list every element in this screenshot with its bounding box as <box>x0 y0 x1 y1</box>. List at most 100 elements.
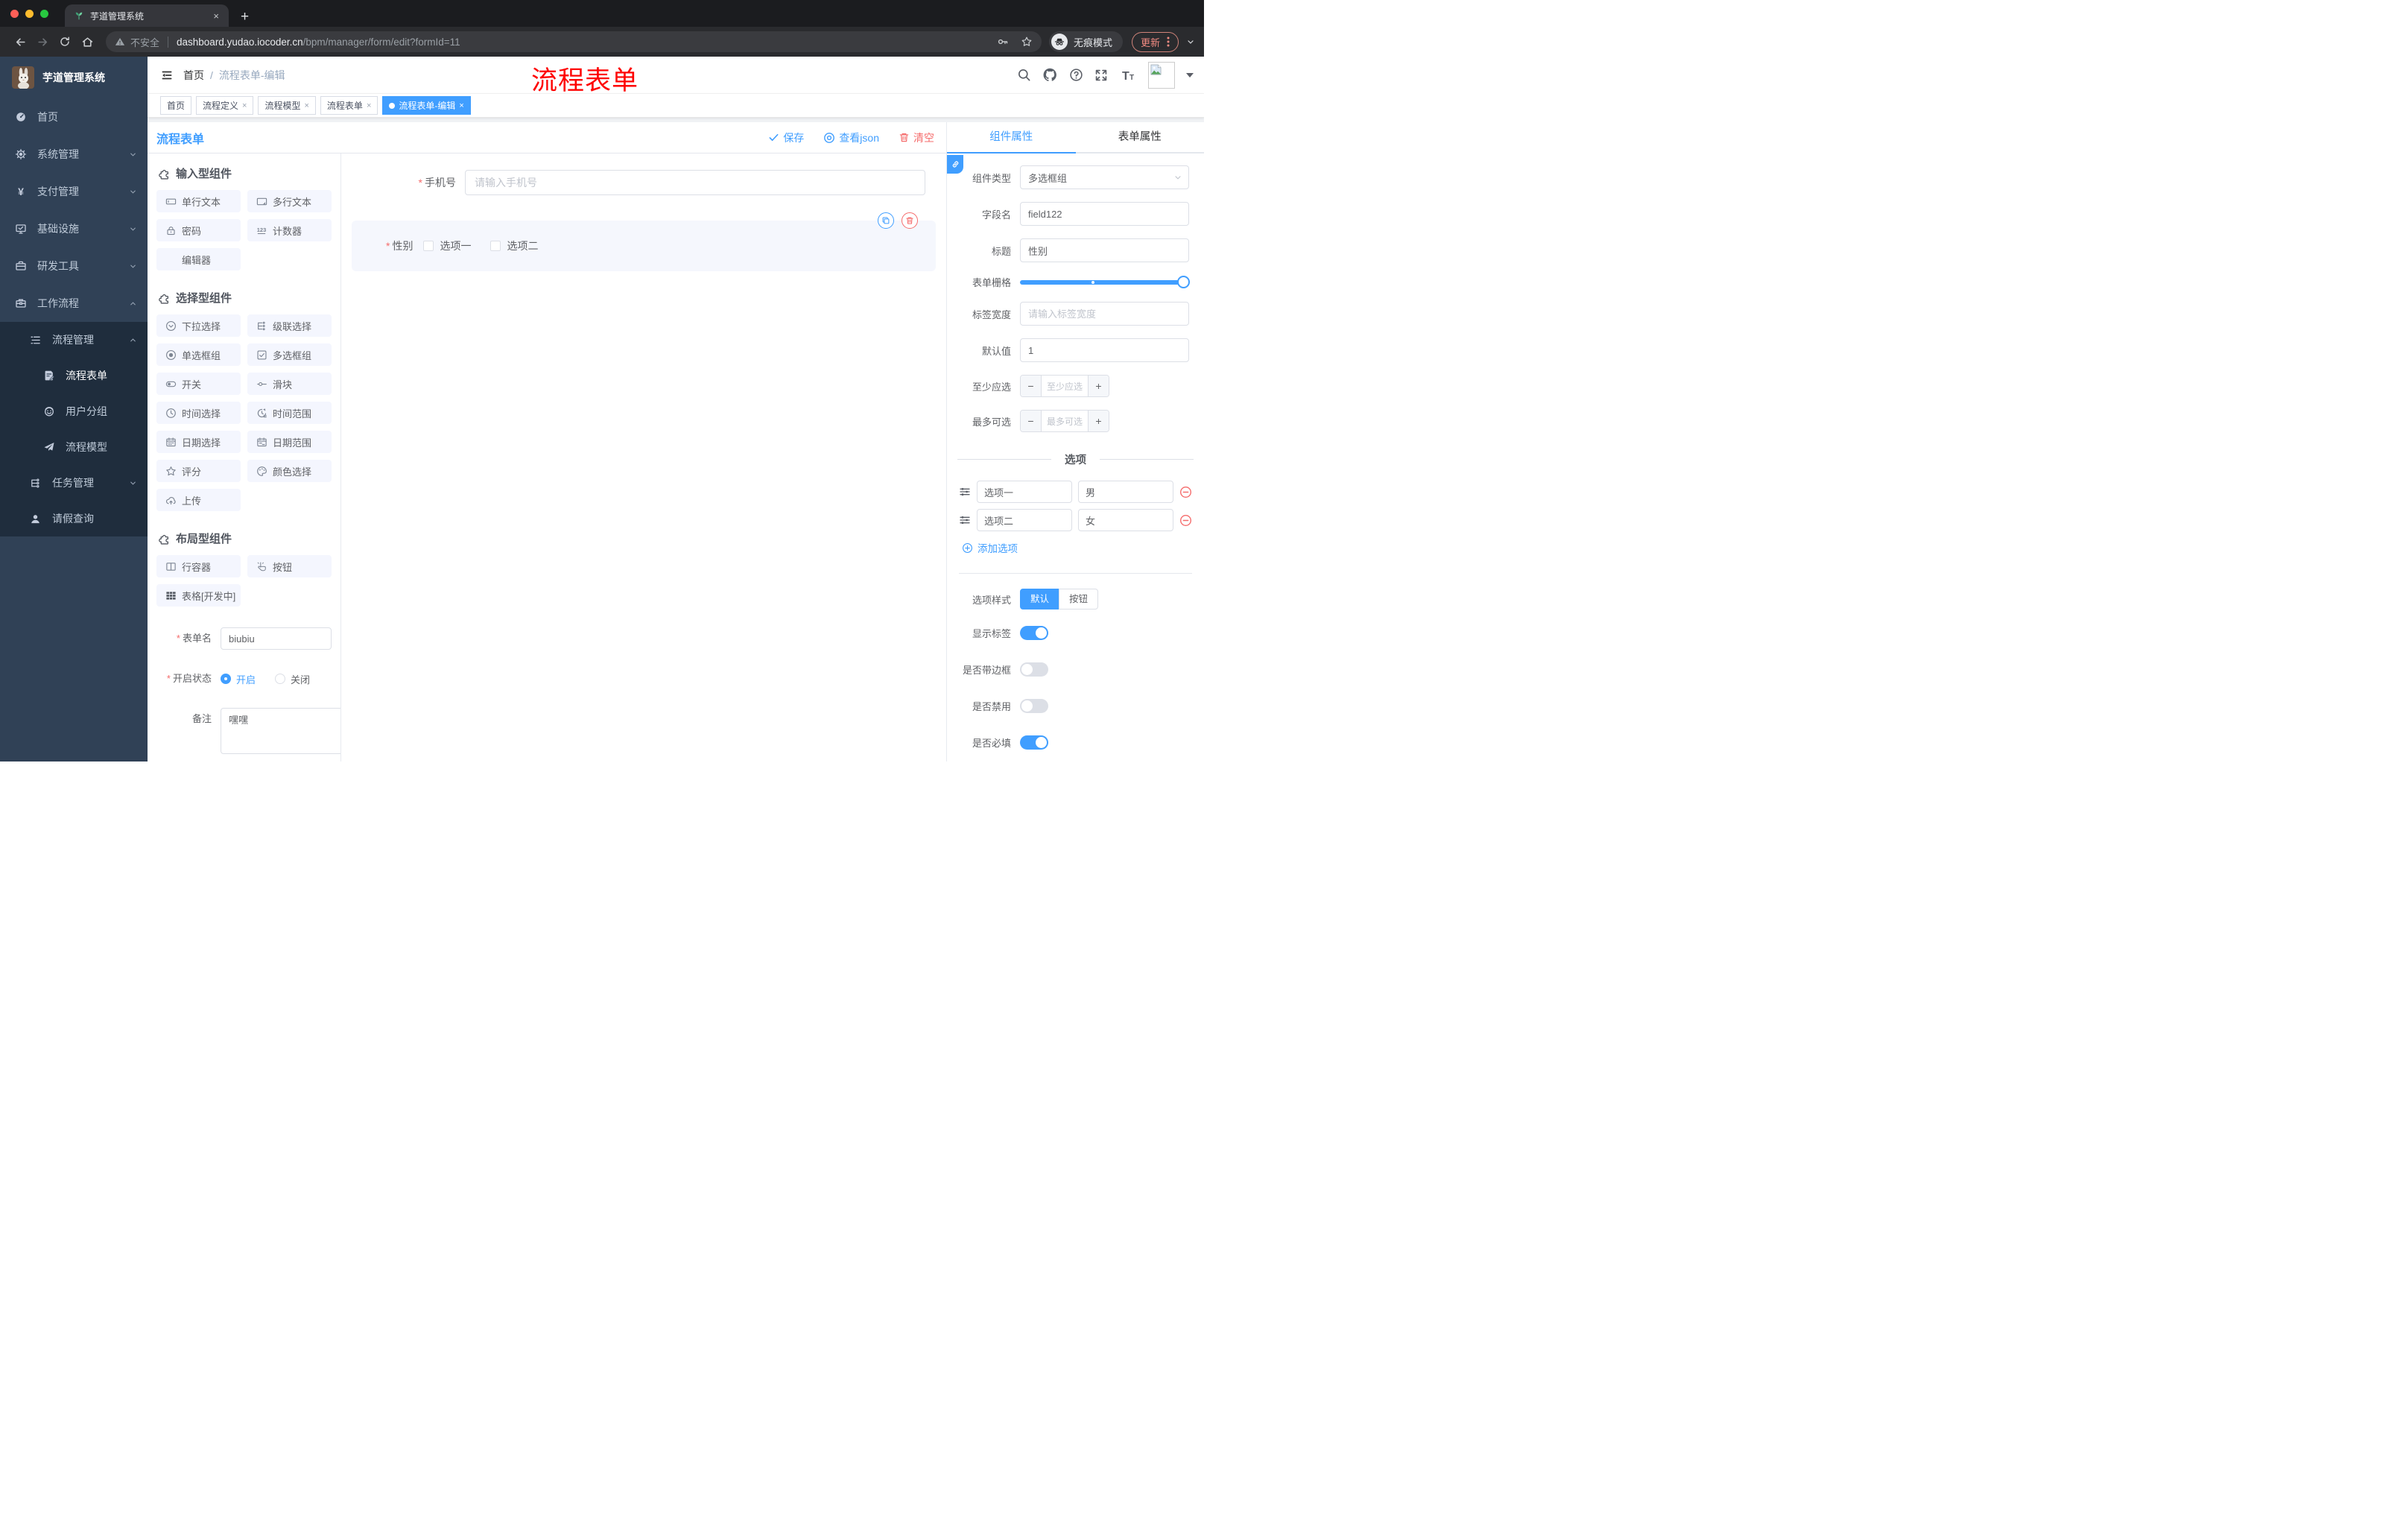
tab-close-icon[interactable]: × <box>210 10 222 22</box>
drag-handle-icon[interactable] <box>959 486 971 498</box>
slider-thumb[interactable] <box>1177 275 1190 288</box>
sidebar-item-process-form[interactable]: 流程表单 <box>0 358 148 393</box>
palette-item-radio-group[interactable]: 单选框组 <box>156 343 241 366</box>
increase-button[interactable]: + <box>1088 376 1109 396</box>
view-json-button[interactable]: 查看json <box>823 130 879 145</box>
form-name-input[interactable] <box>221 627 332 650</box>
browser-tab[interactable]: 芋道管理系统 × <box>65 4 229 27</box>
form-grid-slider[interactable] <box>1020 275 1190 288</box>
palette-item-rate[interactable]: 评分 <box>156 460 241 482</box>
github-icon[interactable] <box>1042 67 1058 83</box>
add-option-button[interactable]: 添加选项 <box>962 540 1204 555</box>
tag-close-icon[interactable]: × <box>367 101 371 110</box>
chevron-down-icon[interactable] <box>1186 37 1195 46</box>
style-button-button[interactable]: 按钮 <box>1059 589 1099 609</box>
palette-item-switch[interactable]: 开关 <box>156 373 241 395</box>
decrease-button[interactable]: − <box>1021 376 1042 396</box>
palette-item-counter[interactable]: 123 计数器 <box>247 219 332 241</box>
palette-item-dropdown-select[interactable]: 下拉选择 <box>156 314 241 337</box>
sidebar-item-user-group[interactable]: 用户分组 <box>0 393 148 429</box>
sidebar-item-process-model[interactable]: 流程模型 <box>0 429 148 465</box>
new-tab-button[interactable]: + <box>241 10 249 24</box>
palette-item-checkbox-group[interactable]: 多选框组 <box>247 343 332 366</box>
bookmark-star-icon[interactable] <box>1021 36 1033 48</box>
gender-field-selected-block[interactable]: 性别 选项一 选项二 <box>352 212 936 271</box>
palette-item-multi-line-text[interactable]: 多行文本 <box>247 190 332 212</box>
tag-process-model[interactable]: 流程模型 × <box>258 96 316 115</box>
back-icon[interactable] <box>9 31 31 53</box>
show-label-toggle[interactable] <box>1020 626 1048 640</box>
palette-item-button[interactable]: 按钮 <box>247 555 332 577</box>
remove-option-icon[interactable] <box>1179 486 1192 498</box>
tab-component-props[interactable]: 组件属性 <box>947 122 1076 152</box>
tag-close-icon[interactable]: × <box>459 101 463 110</box>
save-button[interactable]: 保存 <box>768 130 804 145</box>
search-icon[interactable] <box>1017 68 1031 82</box>
component-type-select[interactable]: 多选框组 <box>1020 165 1189 189</box>
field-name-input[interactable] <box>1020 202 1189 226</box>
zoom-window-button[interactable] <box>40 9 48 18</box>
option-2-label-input[interactable] <box>977 509 1072 531</box>
palette-item-password[interactable]: 密码 <box>156 219 241 241</box>
max-select-placeholder[interactable]: 最多可选 <box>1042 411 1088 431</box>
palette-item-editor[interactable]: 编辑器 <box>156 248 241 270</box>
form-remark-textarea[interactable]: 嘿嘿 <box>221 708 340 754</box>
decrease-button[interactable]: − <box>1021 411 1042 431</box>
sidebar-item-leave-query[interactable]: 请假查询 <box>0 501 148 536</box>
palette-item-cascader[interactable]: 级联选择 <box>247 314 332 337</box>
close-window-button[interactable] <box>10 9 19 18</box>
fullscreen-icon[interactable] <box>1094 69 1108 82</box>
sidebar-item-devtools[interactable]: 研发工具 <box>0 247 148 285</box>
sidebar-item-home[interactable]: 首页 <box>0 98 148 136</box>
option-1-value-input[interactable] <box>1078 481 1173 503</box>
sidebar-item-infrastructure[interactable]: 基础设施 <box>0 210 148 247</box>
breadcrumb-home[interactable]: 首页 <box>183 68 204 83</box>
phone-field-row[interactable]: 手机号 <box>387 170 925 195</box>
forward-icon[interactable] <box>31 31 54 53</box>
sidebar-item-task-management[interactable]: 任务管理 <box>0 465 148 501</box>
palette-item-time-range[interactable]: 时间范围 <box>247 402 332 424</box>
avatar[interactable] <box>1148 61 1175 89</box>
disabled-toggle[interactable] <box>1020 699 1048 713</box>
label-width-input[interactable] <box>1020 302 1189 326</box>
title-input[interactable] <box>1020 238 1189 262</box>
password-key-icon[interactable] <box>997 36 1009 48</box>
tag-close-icon[interactable]: × <box>304 101 308 110</box>
sidebar-item-system[interactable]: 系统管理 <box>0 136 148 173</box>
sidebar-item-payment[interactable]: ¥ 支付管理 <box>0 173 148 210</box>
home-icon[interactable] <box>76 31 98 53</box>
font-size-icon[interactable]: TT <box>1119 69 1137 82</box>
default-value-input[interactable] <box>1020 338 1189 362</box>
palette-item-time-picker[interactable]: 时间选择 <box>156 402 241 424</box>
security-label[interactable]: 不安全 <box>130 35 159 49</box>
help-icon[interactable] <box>1069 68 1083 82</box>
style-default-button[interactable]: 默认 <box>1020 589 1060 609</box>
tag-process-form-edit[interactable]: 流程表单-编辑 × <box>382 96 471 115</box>
border-toggle[interactable] <box>1020 662 1048 677</box>
tag-process-definition[interactable]: 流程定义 × <box>196 96 254 115</box>
palette-item-table[interactable]: 表格[开发中] <box>156 584 241 607</box>
palette-item-row-container[interactable]: 行容器 <box>156 555 241 577</box>
phone-field-input[interactable] <box>465 170 925 195</box>
sidebar-item-process-management[interactable]: 流程管理 <box>0 322 148 358</box>
drag-handle-icon[interactable] <box>959 514 971 526</box>
tag-close-icon[interactable]: × <box>242 101 247 110</box>
caret-down-icon[interactable] <box>1186 72 1194 77</box>
delete-component-button[interactable] <box>902 212 918 229</box>
option-1-label-input[interactable] <box>977 481 1072 503</box>
min-select-placeholder[interactable]: 至少应选 <box>1042 376 1088 396</box>
hamburger-icon[interactable] <box>156 65 177 86</box>
window-controls[interactable] <box>10 0 48 27</box>
tab-form-props[interactable]: 表单属性 <box>1076 122 1205 152</box>
gender-option-1-checkbox[interactable]: 选项一 <box>423 238 471 253</box>
reload-icon[interactable] <box>54 31 76 53</box>
update-browser-button[interactable]: 更新 <box>1131 31 1179 52</box>
status-radio-off[interactable]: 关闭 <box>275 672 310 686</box>
palette-item-color-picker[interactable]: 颜色选择 <box>247 460 332 482</box>
increase-button[interactable]: + <box>1088 411 1109 431</box>
address-bar[interactable]: 不安全 dashboard.yudao.iocoder.cn /bpm/mana… <box>106 31 1042 52</box>
copy-component-button[interactable] <box>878 212 894 229</box>
minimize-window-button[interactable] <box>25 9 34 18</box>
sidebar-item-workflow[interactable]: 工作流程 <box>0 285 148 322</box>
remove-option-icon[interactable] <box>1179 514 1192 527</box>
